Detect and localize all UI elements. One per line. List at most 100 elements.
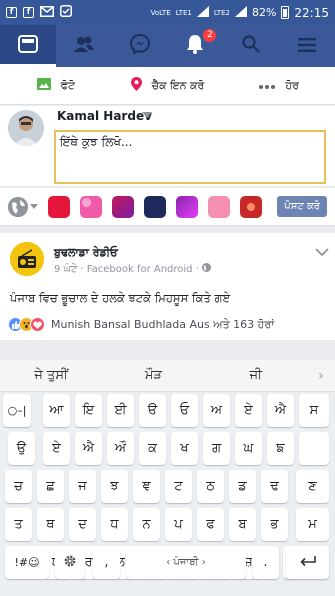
post-source: · Facebook for Android · <box>80 263 199 275</box>
key[interactable]: ਛ <box>37 470 64 503</box>
post-meta: 9 ਘੰਟੇ · Facebook for Android · <box>54 263 211 275</box>
avatar[interactable] <box>8 110 44 146</box>
key[interactable]: ਐ <box>75 432 102 465</box>
key[interactable]: ਮ <box>296 508 329 541</box>
background-swatch[interactable] <box>176 195 198 218</box>
key[interactable]: ਕ <box>139 432 166 465</box>
post-time[interactable]: 9 ਘੰਟੇ <box>54 264 77 275</box>
top-nav: 2 <box>0 25 335 67</box>
key[interactable]: ਡ <box>229 470 256 503</box>
key[interactable]: ਟ <box>165 470 192 503</box>
background-swatch[interactable] <box>144 195 166 218</box>
key[interactable]: ਙ <box>267 432 294 465</box>
key[interactable]: ਠ <box>197 470 224 503</box>
comma-key[interactable]: , <box>93 546 120 579</box>
tab-menu[interactable] <box>279 25 335 67</box>
keyboard-bottom-row: !#☺ , ‹ ਪੰਜਾਬੀ › . <box>0 544 335 584</box>
key[interactable]: ਤ <box>5 508 32 541</box>
suggestion-item[interactable]: ਮੌੜ <box>102 368 204 383</box>
battery-percent: 82% <box>251 6 277 19</box>
key[interactable]: ਭ <box>261 508 288 541</box>
key[interactable]: ਬ <box>229 508 256 541</box>
key[interactable]: ਇ <box>75 394 102 427</box>
key[interactable]: ਥ <box>37 508 64 541</box>
key[interactable]: ਝ <box>101 470 128 503</box>
post-options-icon[interactable] <box>315 241 329 257</box>
location-pin-icon <box>130 77 142 94</box>
background-swatch[interactable] <box>208 195 230 218</box>
key[interactable]: ਪ <box>165 508 192 541</box>
enter-key[interactable] <box>286 546 329 579</box>
key[interactable]: ਫ <box>197 508 224 541</box>
key[interactable]: ਓ <box>171 394 198 427</box>
key[interactable]: ਉ <box>8 432 35 465</box>
key[interactable]: ਖ <box>171 432 198 465</box>
settings-key[interactable] <box>55 546 85 579</box>
key[interactable]: ਏ <box>235 394 262 427</box>
tab-search[interactable] <box>223 25 279 67</box>
suggestion-bar: ਜੇ ਤੁਸੀਂ ਮੌੜ ਜੀ › <box>0 360 335 392</box>
key[interactable]: ਗ <box>203 432 230 465</box>
notifications-badge: 2 <box>203 29 217 42</box>
background-swatch[interactable] <box>112 195 134 218</box>
photo-button[interactable]: ਫੋਟੋ <box>0 67 112 104</box>
suggestion-item[interactable]: ਜੀ <box>205 368 307 383</box>
shift-key[interactable]: ○–| <box>3 394 31 427</box>
background-selector: ਪੋਸਟ ਕਰੋ <box>0 188 335 226</box>
key[interactable]: ਚ <box>5 470 32 503</box>
background-swatch[interactable] <box>80 195 102 218</box>
key[interactable]: ਜ <box>69 470 96 503</box>
symbols-key[interactable]: !#☺ <box>5 546 49 579</box>
post-text: ਪੰਜਾਬ ਵਿਚ ਭੂਚਾਲ ਦੇ ਹਲਕੇ ਝਟਕੇ ਮਿਹਸੂਸ ਕਿਤੇ… <box>10 291 231 305</box>
lte2-label: LTE2 <box>213 8 230 17</box>
tab-notifications[interactable]: 2 <box>167 25 223 67</box>
page-avatar[interactable] <box>10 242 44 276</box>
key-row: ਤ ਥ ਦ ਧ ਨ ਪ ਫ ਬ ਭ ਮ <box>0 508 335 544</box>
post-button[interactable]: ਪੋਸਟ ਕਰੋ <box>277 196 327 217</box>
messenger-icon <box>129 33 150 58</box>
key[interactable]: ਘ <box>235 432 262 465</box>
key[interactable]: ਔ <box>107 432 134 465</box>
reactions-summary[interactable]: Munish Bansal Budhlada Aus ਅਤੇ 163 ਹੋਰਾਂ <box>8 317 274 332</box>
friends-icon <box>73 36 95 56</box>
key[interactable]: ਆ <box>43 394 70 427</box>
more-dots-icon <box>259 79 276 92</box>
key[interactable]: ਧ <box>101 508 128 541</box>
key[interactable]: ਸ <box>299 394 329 427</box>
key[interactable] <box>299 432 329 465</box>
love-reaction-icon <box>30 317 45 332</box>
space-key[interactable]: ‹ ਪੰਜਾਬੀ › <box>126 546 246 579</box>
photo-label: ਫੋਟੋ <box>60 78 75 92</box>
post-page-name[interactable]: ਬੁਢਲਾਡਾ ਰੇਡੀਓ <box>54 246 118 260</box>
suggestions-expand-icon[interactable]: › <box>307 368 335 384</box>
key[interactable]: ਐ <box>267 394 294 427</box>
checkin-button[interactable]: ਚੈੱਕ ਇਨ ਕਰੋ <box>112 67 224 104</box>
key[interactable]: ਈ <box>107 394 134 427</box>
checkin-label: ਚੈੱਕ ਇਨ ਕਰੋ <box>151 78 205 92</box>
key[interactable]: ਏ <box>43 432 70 465</box>
globe-icon[interactable] <box>8 196 28 217</box>
lte1-label: LTE1 <box>175 8 192 17</box>
tab-messenger[interactable] <box>112 25 168 67</box>
key[interactable]: ਅ <box>203 394 230 427</box>
key[interactable]: ਞ <box>133 470 160 503</box>
period-key[interactable]: . <box>252 546 279 579</box>
gear-icon <box>63 554 77 572</box>
key[interactable]: ਨ <box>133 508 160 541</box>
key[interactable]: ਣ <box>296 470 329 503</box>
facebook-notification-icon: f <box>6 7 17 18</box>
audience-caret-icon[interactable] <box>142 112 152 118</box>
tab-news-feed[interactable] <box>0 25 56 67</box>
key[interactable]: ਢ <box>261 470 288 503</box>
privacy-caret-icon[interactable] <box>30 204 38 209</box>
battery-icon <box>281 6 290 19</box>
background-swatch[interactable] <box>48 195 70 218</box>
background-swatch[interactable] <box>240 195 262 218</box>
status-input[interactable]: ਇੱਥੇ ਕੁਝ ਲਿਖੋ... <box>54 130 326 184</box>
tab-friends[interactable] <box>56 25 112 67</box>
key[interactable]: ਦ <box>69 508 96 541</box>
globe-icon <box>201 263 211 275</box>
key[interactable]: ੳ <box>139 394 166 427</box>
more-button[interactable]: ਹੋਰ <box>223 67 335 104</box>
suggestion-item[interactable]: ਜੇ ਤੁਸੀਂ <box>0 368 102 383</box>
